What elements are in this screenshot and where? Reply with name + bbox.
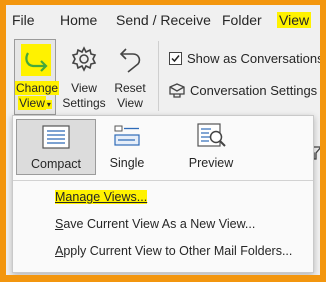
view-settings-label-2: Settings bbox=[62, 96, 106, 110]
apply-view-to-folders-menu-item[interactable]: Apply Current View to Other Mail Folders… bbox=[55, 244, 292, 258]
reset-view-button[interactable]: Reset View bbox=[112, 39, 148, 113]
view-compact-label: Compact bbox=[30, 157, 82, 171]
manage-views-label: Manage Views... bbox=[55, 190, 148, 204]
view-single-option[interactable]: Single bbox=[95, 119, 159, 173]
ribbon-separator bbox=[158, 41, 159, 111]
change-view-label-1: Change bbox=[15, 81, 60, 95]
apply-view-label: pply Current View to Other Mail Folders.… bbox=[63, 244, 293, 258]
tab-send-receive[interactable]: Send / Receive bbox=[116, 12, 211, 28]
view-preview-label: Preview bbox=[188, 156, 234, 170]
show-as-conversations-checkbox[interactable]: Show as Conversations bbox=[169, 51, 320, 66]
gear-icon bbox=[70, 45, 98, 77]
view-single-label: Single bbox=[109, 156, 145, 170]
save-view-label: ave Current View As a New View... bbox=[63, 217, 256, 231]
save-view-as-new-menu-item[interactable]: Save Current View As a New View... bbox=[55, 217, 255, 231]
compact-view-icon bbox=[42, 125, 70, 152]
chevron-down-icon: ▾ bbox=[45, 100, 52, 109]
conversation-icon bbox=[169, 83, 186, 101]
reset-view-label-2: View bbox=[117, 96, 143, 110]
undo-icon bbox=[118, 45, 144, 77]
change-view-button[interactable]: Change View ▾ bbox=[14, 39, 60, 115]
conversation-settings-label: Conversation Settings bbox=[190, 83, 318, 98]
view-preview-option[interactable]: Preview bbox=[179, 119, 243, 173]
tab-home[interactable]: Home bbox=[60, 12, 97, 28]
tab-file[interactable]: File bbox=[12, 12, 35, 28]
tab-view[interactable]: View bbox=[277, 12, 312, 28]
view-compact-option[interactable]: Compact bbox=[16, 119, 96, 175]
change-view-icon bbox=[21, 44, 51, 80]
outlook-window: File Home Send / Receive Folder View Cha… bbox=[6, 5, 320, 275]
conversation-settings-button[interactable]: Conversation Settings⌄ bbox=[169, 83, 320, 101]
preview-view-icon bbox=[197, 123, 227, 152]
dropdown-separator bbox=[13, 180, 313, 181]
single-view-icon bbox=[113, 124, 141, 151]
change-view-label-2: View bbox=[18, 96, 46, 110]
view-settings-button[interactable]: View Settings bbox=[62, 39, 106, 113]
show-as-conversations-label: Show as Conversations bbox=[187, 51, 320, 66]
manage-views-menu-item[interactable]: Manage Views... bbox=[55, 190, 148, 204]
checkbox-checked-icon bbox=[169, 52, 182, 65]
view-settings-label-1: View bbox=[71, 81, 97, 95]
change-view-dropdown: Compact Single Preview Manage Views... S… bbox=[12, 115, 314, 273]
tab-folder[interactable]: Folder bbox=[222, 12, 262, 28]
reset-view-label-1: Reset bbox=[114, 81, 146, 95]
